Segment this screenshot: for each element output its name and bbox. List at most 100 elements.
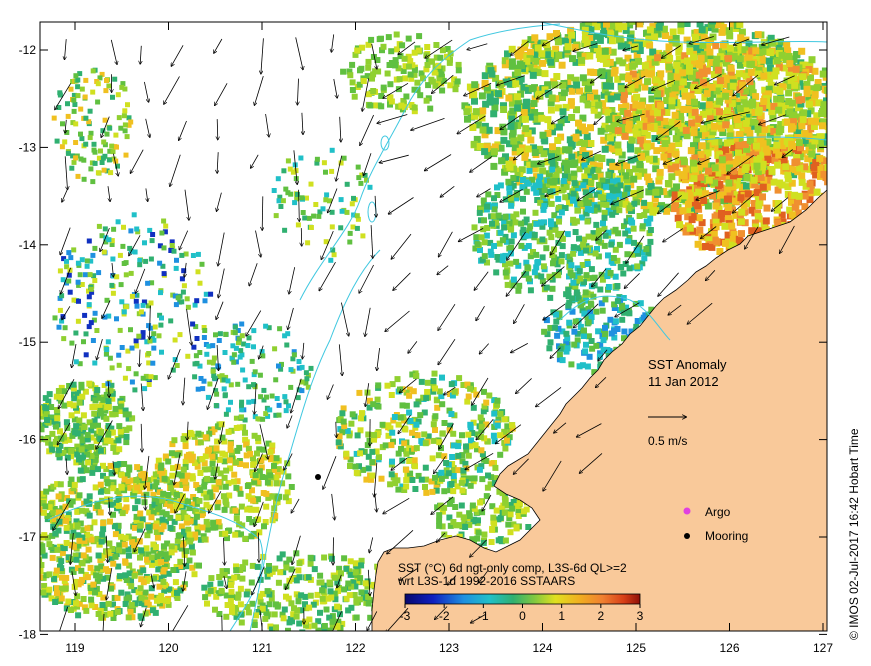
sst-pixel [138,594,145,601]
sst-pixel [578,56,586,64]
sst-pixel [86,380,93,387]
sst-pixel [207,587,214,594]
sst-pixel [827,213,834,220]
sst-pixel [306,604,313,611]
sst-pixel [318,579,325,586]
sst-pixel [359,410,365,417]
sst-pixel [203,494,210,501]
sst-pixel [840,212,847,219]
sst-pixel [55,493,62,500]
sst-pixel [197,470,204,476]
sst-pixel [117,428,124,435]
sst-pixel [588,266,595,273]
sst-pixel [743,174,751,182]
sst-pixel [293,550,300,557]
sst-pixel [553,73,561,80]
sst-pixel [505,160,513,168]
sst-pixel [735,70,743,78]
sst-pixel [553,171,560,178]
sst-pixel [702,243,709,250]
sst-pixel [554,137,562,144]
sst-pixel [255,434,261,441]
sst-pixel [481,388,487,395]
sst-pixel [348,604,355,611]
sst-pixel [182,443,189,450]
sst-pixel [273,480,280,487]
sst-pixel [766,48,774,56]
sst-pixel [271,611,278,618]
sst-pixel [712,42,720,50]
sst-pixel [656,168,664,176]
sst-pixel [605,124,613,132]
sst-pixel [152,483,159,490]
sst-pixel [612,273,619,280]
sst-pixel [517,134,525,142]
sst-pixel [772,67,780,75]
sst-pixel [112,405,119,412]
sst-pixel [538,50,546,58]
sst-pixel [643,14,650,21]
sst-pixel [97,447,104,454]
sst-pixel [521,115,529,123]
sst-pixel [375,403,382,410]
sst-pixel [116,502,122,509]
sst-pixel [580,182,587,189]
sst-pixel [624,109,632,117]
sst-pixel [188,431,195,438]
sst-pixel [714,66,722,74]
sst-pixel [155,566,162,573]
sst-pixel [95,552,102,559]
sst-pixel [531,34,539,42]
sst-pixel [243,462,249,469]
sst-pixel [479,107,487,115]
sst-pixel [406,409,413,416]
sst-pixel [24,522,30,528]
sst-pixel [518,62,526,70]
sst-pixel [163,511,170,518]
sst-pixel [271,462,277,469]
sst-pixel [625,75,632,83]
sst-pixel [705,167,712,175]
sst-pixel [606,134,614,142]
sst-pixel [29,571,35,577]
sst-pixel [32,411,38,417]
sst-pixel [186,557,193,564]
sst-pixel [495,212,502,219]
sst-pixel [551,324,558,331]
sst-pixel [824,164,827,171]
sst-pixel [218,587,225,594]
sst-pixel [538,114,546,122]
sst-pixel [838,179,845,186]
sst-pixel [298,592,305,599]
sst-pixel [499,257,506,264]
sst-pixel [123,433,130,440]
sst-pixel [597,286,604,293]
sst-pixel [26,512,32,518]
sst-pixel [568,114,576,121]
sst-pixel [494,184,500,191]
sst-pixel [585,319,592,326]
sst-pixel [201,536,208,543]
sst-pixel [831,163,838,170]
sst-pixel [105,600,112,607]
sst-pixel [696,226,704,234]
sst-pixel [632,101,640,109]
sst-pixel [79,476,86,483]
sst-pixel [598,68,606,76]
sst-pixel [605,284,612,290]
sst-pixel [114,608,121,615]
sst-pixel [601,145,609,153]
sst-pixel [599,307,606,314]
sst-pixel [588,180,595,186]
sst-pixel [227,441,234,448]
sst-pixel [113,461,120,468]
sst-pixel [395,421,402,428]
sst-pixel [618,85,626,93]
sst-pixel [388,392,395,398]
sst-pixel [55,447,62,454]
sst-pixel [508,244,514,251]
sst-pixel [58,558,65,565]
sst-pixel [735,141,743,149]
sst-pixel [116,573,123,580]
sst-pixel [28,561,34,567]
